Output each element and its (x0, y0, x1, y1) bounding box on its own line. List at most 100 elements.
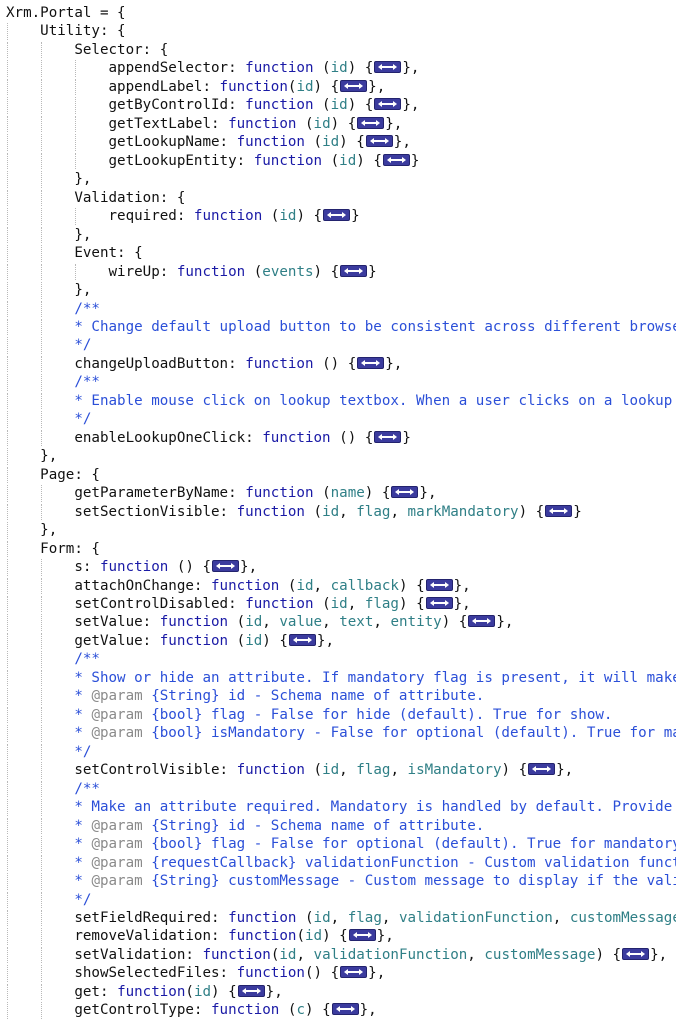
fold-expand-icon[interactable] (374, 430, 402, 443)
fold-expand-icon[interactable] (425, 597, 453, 609)
code-line[interactable]: enableLookupOneClick: function () {} (6, 429, 676, 447)
fold-expand-icon[interactable] (391, 486, 419, 499)
code-line[interactable]: setSectionVisible: function (id, flag, m… (6, 503, 676, 521)
code-line[interactable]: /** (6, 300, 676, 318)
code-line[interactable]: attachOnChange: function (id, callback) … (6, 577, 676, 595)
indent-guide (41, 485, 43, 502)
fold-expand-icon[interactable] (212, 560, 240, 573)
code-line[interactable]: * @param {bool} isMandatory - False for … (6, 724, 676, 742)
code-line[interactable]: getParameterByName: function (name) {}, (6, 484, 676, 502)
fold-expand-icon[interactable] (622, 947, 650, 960)
code-line[interactable]: showSelectedFiles: function() {}, (6, 964, 676, 982)
code-line[interactable]: * Enable mouse click on lookup textbox. … (6, 392, 676, 410)
fold-expand-icon[interactable] (348, 929, 376, 942)
keyword-token: function (245, 97, 314, 114)
fold-expand-icon[interactable] (340, 966, 368, 979)
code-line[interactable]: * Change default upload button to be con… (6, 318, 676, 336)
code-line[interactable]: setControlVisible: function (id, flag, i… (6, 761, 676, 779)
fold-expand-icon[interactable] (331, 1003, 359, 1016)
fold-expand-icon[interactable] (357, 356, 385, 369)
code-line[interactable]: setFieldRequired: function (id, flag, va… (6, 909, 676, 927)
code-line[interactable]: setValue: function (id, value, text, ent… (6, 613, 676, 631)
code-line[interactable]: s: function () {}, (6, 558, 676, 576)
code-token: , (339, 503, 357, 520)
code-line[interactable]: * @param {String} id - Schema name of at… (6, 687, 676, 705)
code-line[interactable]: Page: { (6, 466, 676, 484)
code-line[interactable]: getByControlId: function (id) {}, (6, 96, 676, 114)
code-line[interactable]: }, (6, 170, 676, 188)
code-token: ) { (595, 946, 622, 963)
comment-token: * (74, 817, 92, 834)
code-token: , (381, 909, 399, 926)
fold-expand-icon[interactable] (425, 578, 453, 591)
code-line[interactable]: */ (6, 336, 676, 354)
code-line[interactable]: }, (6, 447, 676, 465)
code-line[interactable]: setControlDisabled: function (id, flag) … (6, 595, 676, 613)
code-line[interactable]: changeUploadButton: function () {}, (6, 355, 676, 373)
code-line[interactable]: * @param {String} id - Schema name of at… (6, 817, 676, 835)
code-line[interactable]: * @param {bool} flag - False for hide (d… (6, 706, 676, 724)
code-line[interactable]: Validation: { (6, 189, 676, 207)
code-line[interactable]: wireUp: function (events) {} (6, 263, 676, 281)
fold-expand-icon[interactable] (323, 209, 351, 222)
code-line[interactable]: getValue: function (id) {}, (6, 632, 676, 650)
indent-guide (7, 983, 8, 1001)
indent-guide (7, 762, 8, 779)
code-line[interactable]: getControlType: function (c) {}, (6, 1001, 676, 1019)
fold-expand-icon[interactable] (340, 264, 368, 277)
fold-expand-icon[interactable] (528, 763, 556, 776)
code-token: ( (296, 115, 314, 132)
code-token: Validation: { (74, 189, 186, 206)
keyword-token: function (117, 983, 186, 1000)
code-line[interactable]: Event: { (6, 244, 676, 262)
code-line[interactable]: getTextLabel: function (id) {}, (6, 115, 676, 133)
fold-expand-icon[interactable] (340, 79, 368, 92)
code-line[interactable]: required: function (id) {} (6, 207, 676, 225)
code-line[interactable]: * Show or hide an attribute. If mandator… (6, 669, 676, 687)
code-line[interactable]: setValidation: function(id, validationFu… (6, 946, 676, 964)
code-line[interactable]: * Make an attribute required. Mandatory … (6, 798, 676, 816)
fold-expand-icon[interactable] (237, 984, 265, 997)
code-line[interactable]: }, (6, 521, 676, 539)
code-line[interactable]: * @param {String} customMessage - Custom… (6, 872, 676, 890)
indent-guide (41, 780, 43, 798)
code-line[interactable]: */ (6, 410, 676, 428)
code-line[interactable]: get: function(id) {}, (6, 983, 676, 1001)
fold-expand-icon[interactable] (357, 116, 385, 129)
code-editor[interactable]: Xrm.Portal = { Utility: { Selector: { ap… (0, 0, 676, 1024)
fold-expand-icon[interactable] (545, 504, 573, 517)
code-line[interactable]: */ (6, 743, 676, 761)
code-token: }, (368, 965, 386, 982)
code-line[interactable]: /** (6, 780, 676, 798)
indent-guide (7, 503, 8, 521)
doc-tag-token: @param (91, 725, 143, 742)
code-line[interactable]: getLookupName: function (id) {}, (6, 133, 676, 151)
code-line[interactable]: Xrm.Portal = { (6, 4, 676, 22)
code-line[interactable]: * @param {requestCallback} validationFun… (6, 854, 676, 872)
code-line[interactable]: appendSelector: function (id) {}, (6, 59, 676, 77)
code-line[interactable]: getLookupEntity: function (id) {} (6, 152, 676, 170)
code-line[interactable]: }, (6, 226, 676, 244)
fold-expand-icon[interactable] (374, 98, 402, 111)
code-line[interactable]: * @param {bool} flag - False for optiona… (6, 835, 676, 853)
code-line[interactable]: }, (6, 281, 676, 299)
code-token: }, (419, 485, 437, 502)
code-line[interactable]: /** (6, 650, 676, 668)
code-line[interactable]: /** (6, 373, 676, 391)
code-view[interactable]: Xrm.Portal = { Utility: { Selector: { ap… (6, 4, 676, 1020)
fold-expand-icon[interactable] (468, 615, 496, 628)
code-line[interactable]: appendLabel: function(id) {}, (6, 78, 676, 96)
fold-expand-icon[interactable] (365, 135, 393, 148)
code-line[interactable]: Form: { (6, 540, 676, 558)
code-line[interactable]: Utility: { (6, 22, 676, 40)
code-token: , (330, 909, 348, 926)
fold-expand-icon[interactable] (288, 633, 316, 646)
code-line[interactable]: Selector: { (6, 41, 676, 59)
fold-expand-icon[interactable] (382, 153, 410, 166)
code-line[interactable]: */ (6, 891, 676, 909)
indent-guide (7, 836, 8, 853)
fold-expand-icon[interactable] (374, 61, 402, 74)
code-line[interactable]: removeValidation: function(id) {}, (6, 927, 676, 945)
code-token: }, (74, 171, 92, 188)
